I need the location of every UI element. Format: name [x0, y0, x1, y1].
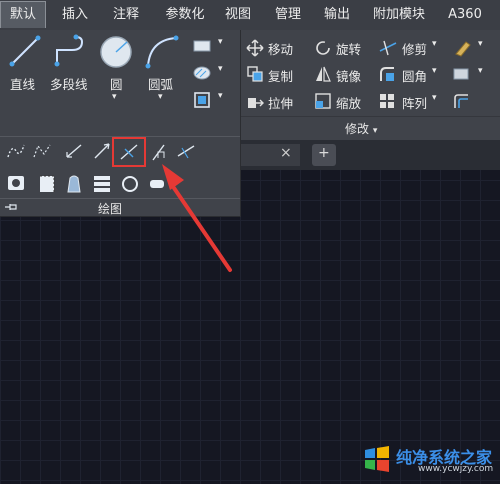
region-icon: [194, 92, 210, 108]
move-button[interactable]: 移动: [246, 36, 316, 58]
trim-dropdown-icon[interactable]: ▾: [432, 39, 437, 49]
windows-logo-icon: [365, 446, 389, 472]
circle-button[interactable]: 圆 ▾: [96, 32, 138, 112]
arc-label: 圆弧: [148, 77, 174, 92]
polyline-button[interactable]: 多段线: [48, 32, 94, 104]
fillet-icon: [380, 67, 394, 81]
tab-annotate[interactable]: 注释: [104, 2, 148, 28]
trim-button[interactable]: 修剪 ▾: [378, 36, 448, 58]
ray-icon[interactable]: [92, 142, 112, 160]
rotate-button[interactable]: 旋转: [314, 36, 376, 58]
watermark-url: www.ycwjzy.com: [418, 464, 494, 474]
arc-dropdown-icon[interactable]: ▾: [158, 92, 163, 102]
table-icon[interactable]: [92, 174, 112, 194]
mirror-icon: [316, 66, 331, 82]
stretch-label: 拉伸: [268, 96, 294, 111]
line-label: 直线: [10, 77, 36, 92]
highlighted-tool-button[interactable]: [112, 137, 146, 167]
copy-label: 复制: [268, 69, 294, 84]
gradient-dropdown-icon[interactable]: ▾: [218, 91, 223, 101]
array-button[interactable]: 阵列 ▾: [378, 90, 448, 112]
tab-manage[interactable]: 管理: [266, 2, 310, 28]
close-tab-icon[interactable]: ×: [280, 145, 292, 161]
spline-cv-icon[interactable]: [32, 142, 52, 160]
explode-dropdown-icon[interactable]: ▾: [478, 66, 483, 76]
rotate-label: 旋转: [336, 42, 362, 57]
modify-panel: 移动 旋转 修剪 ▾ ▾ 复制 镜像 圆角 ▾ ▾ 拉伸 缩放 阵列 ▾ 修改 …: [240, 30, 500, 140]
hatch-button[interactable]: ▾: [192, 63, 236, 83]
construction-line-icon[interactable]: [64, 142, 84, 160]
gradient-button[interactable]: ▾: [192, 88, 236, 110]
line-icon: [9, 35, 41, 67]
modify-panel-dropdown-icon: ▾: [372, 126, 378, 136]
rectangle-button[interactable]: ▾: [192, 36, 236, 56]
boundary-icon[interactable]: [38, 174, 58, 194]
stretch-icon: [248, 98, 264, 108]
document-tabs: × +: [240, 140, 500, 170]
tab-view[interactable]: 视图: [216, 2, 260, 28]
scale-button[interactable]: 缩放: [314, 90, 376, 112]
scale-icon: [315, 93, 331, 109]
polyline-label: 多段线: [50, 77, 88, 92]
copy-icon: [247, 66, 263, 82]
rectangle-dropdown-icon[interactable]: ▾: [218, 37, 223, 47]
tab-addins[interactable]: 附加模块: [362, 2, 436, 28]
hatch-dropdown-icon[interactable]: ▾: [218, 64, 223, 74]
pin-icon[interactable]: [4, 202, 20, 212]
tab-output[interactable]: 输出: [315, 2, 359, 28]
trim-label: 修剪: [402, 42, 428, 57]
rotate-icon: [316, 41, 330, 55]
arc-icon: [145, 35, 179, 69]
array-dropdown-icon[interactable]: ▾: [432, 93, 437, 103]
tab-a360[interactable]: A360: [440, 2, 490, 28]
circle-dropdown-icon[interactable]: ▾: [112, 92, 117, 102]
copy-button[interactable]: 复制: [246, 63, 316, 85]
erase-dropdown-icon[interactable]: ▾: [478, 39, 483, 49]
fillet-label: 圆角: [402, 69, 428, 84]
new-tab-button[interactable]: +: [312, 144, 336, 166]
explode-button[interactable]: ▾: [452, 63, 492, 85]
move-icon: [246, 39, 264, 57]
rectangle-icon: [193, 40, 211, 52]
modify-panel-title-label: 修改: [345, 122, 370, 136]
move-label: 移动: [268, 42, 294, 57]
explode-icon: [453, 68, 469, 80]
array-icon: [380, 94, 394, 108]
mirror-button[interactable]: 镜像: [314, 63, 376, 85]
ribbon-tab-bar: 默认 插入 注释 参数化 视图 管理 输出 附加模块 A360: [0, 0, 500, 31]
arc-button[interactable]: 圆弧 ▾: [140, 32, 186, 112]
erase-icon: [455, 41, 471, 57]
offset-button[interactable]: [452, 90, 492, 112]
array-label: 阵列: [402, 96, 428, 111]
plus-icon: +: [318, 145, 330, 161]
fillet-dropdown-icon[interactable]: ▾: [432, 66, 437, 76]
multiline-icon: [120, 144, 138, 160]
fillet-button[interactable]: 圆角 ▾: [378, 63, 448, 85]
line-button[interactable]: 直线: [4, 32, 46, 104]
wipeout-icon[interactable]: [64, 174, 84, 194]
spline-fit-icon[interactable]: [6, 142, 26, 160]
tab-default[interactable]: 默认: [0, 1, 46, 28]
ellipse-ring-icon[interactable]: [120, 174, 140, 194]
mirror-label: 镜像: [336, 69, 362, 84]
tab-insert[interactable]: 插入: [52, 2, 98, 28]
offset-icon: [454, 94, 468, 108]
annotation-arrow: [162, 164, 232, 272]
scale-label: 缩放: [336, 96, 362, 111]
circle-icon: [100, 36, 132, 68]
tab-parametric[interactable]: 参数化: [154, 2, 216, 28]
hatch-icon: [193, 66, 211, 80]
polyline-icon: [54, 34, 84, 67]
draw-panel-title[interactable]: 绘图: [98, 200, 122, 217]
donut-icon[interactable]: [6, 174, 26, 192]
trim-icon: [379, 40, 397, 56]
erase-button[interactable]: ▾: [452, 36, 492, 58]
stretch-button[interactable]: 拉伸: [246, 90, 316, 112]
modify-panel-title[interactable]: 修改 ▾: [345, 120, 377, 137]
watermark: 纯净系统之家 www.ycwjzy.com: [362, 442, 498, 478]
circle-label: 圆: [110, 77, 123, 92]
